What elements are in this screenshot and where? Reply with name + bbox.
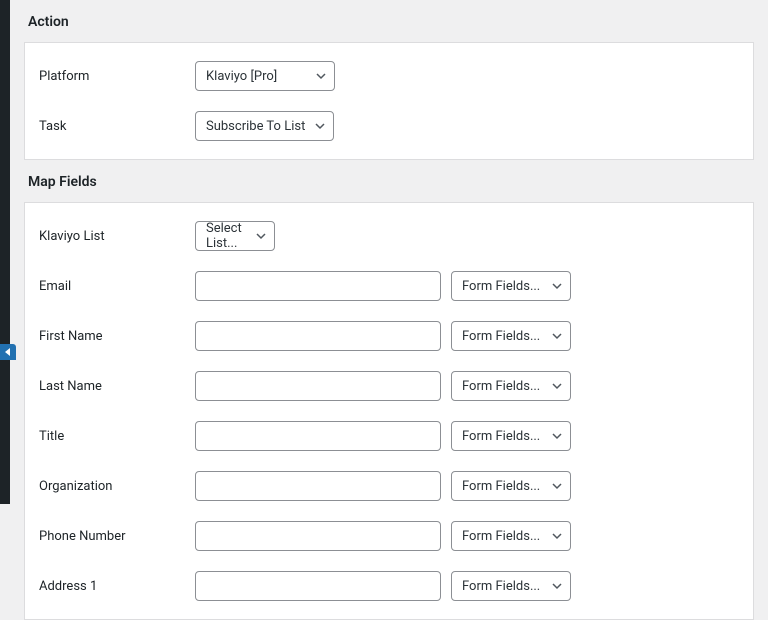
chevron-down-icon xyxy=(552,481,562,491)
select-source-last_name[interactable]: Form Fields... xyxy=(451,371,571,401)
label-email: Email xyxy=(39,279,195,294)
select-platform[interactable]: Klaviyo [Pro] xyxy=(195,61,335,91)
input-first_name[interactable] xyxy=(195,321,441,351)
map-row-email: Email Form Fields... xyxy=(25,261,753,311)
controls-last_name: Form Fields... xyxy=(195,371,571,401)
select-source-phone_number[interactable]: Form Fields... xyxy=(451,521,571,551)
chevron-down-icon xyxy=(552,381,562,391)
select-source-value: Form Fields... xyxy=(462,429,540,444)
chevron-down-icon xyxy=(315,121,325,131)
row-platform: Platform Klaviyo [Pro] xyxy=(25,51,753,101)
label-title: Title xyxy=(39,429,195,444)
input-phone_number[interactable] xyxy=(195,521,441,551)
settings-page: Action Platform Klaviyo [Pro] Task Subsc… xyxy=(10,0,768,504)
collapse-menu-tab[interactable] xyxy=(0,344,16,360)
select-source-email[interactable]: Form Fields... xyxy=(451,271,571,301)
label-platform: Platform xyxy=(39,69,195,84)
select-source-title[interactable]: Form Fields... xyxy=(451,421,571,451)
label-first_name: First Name xyxy=(39,329,195,344)
controls-email: Form Fields... xyxy=(195,271,571,301)
chevron-down-icon xyxy=(552,581,562,591)
section-heading-action: Action xyxy=(24,0,754,42)
panel-map-fields: Klaviyo List Select List... Email Form Fi… xyxy=(24,202,754,620)
select-klaviyo-list[interactable]: Select List... xyxy=(195,221,275,251)
select-source-first_name[interactable]: Form Fields... xyxy=(451,321,571,351)
chevron-down-icon xyxy=(552,531,562,541)
label-last_name: Last Name xyxy=(39,379,195,394)
controls-organization: Form Fields... xyxy=(195,471,571,501)
row-task: Task Subscribe To List xyxy=(25,101,753,151)
chevron-down-icon xyxy=(552,431,562,441)
label-klaviyo-list: Klaviyo List xyxy=(39,229,195,244)
select-klaviyo-list-value: Select List... xyxy=(206,221,246,251)
input-last_name[interactable] xyxy=(195,371,441,401)
select-source-value: Form Fields... xyxy=(462,579,540,594)
label-address_1: Address 1 xyxy=(39,579,195,594)
select-source-value: Form Fields... xyxy=(462,529,540,544)
controls-first_name: Form Fields... xyxy=(195,321,571,351)
select-platform-value: Klaviyo [Pro] xyxy=(206,69,277,84)
controls-phone_number: Form Fields... xyxy=(195,521,571,551)
chevron-down-icon xyxy=(552,331,562,341)
map-rows-container: Email Form Fields... First Name Form Fields… xyxy=(25,261,753,611)
controls-address_1: Form Fields... xyxy=(195,571,571,601)
row-klaviyo-list: Klaviyo List Select List... xyxy=(25,211,753,261)
input-email[interactable] xyxy=(195,271,441,301)
map-row-last_name: Last Name Form Fields... xyxy=(25,361,753,411)
label-phone_number: Phone Number xyxy=(39,529,195,544)
select-source-value: Form Fields... xyxy=(462,479,540,494)
select-source-organization[interactable]: Form Fields... xyxy=(451,471,571,501)
input-title[interactable] xyxy=(195,421,441,451)
map-row-address_1: Address 1 Form Fields... xyxy=(25,561,753,611)
label-task: Task xyxy=(39,119,195,134)
select-source-value: Form Fields... xyxy=(462,379,540,394)
chevron-down-icon xyxy=(316,71,326,81)
select-source-value: Form Fields... xyxy=(462,279,540,294)
map-row-title: Title Form Fields... xyxy=(25,411,753,461)
select-source-address_1[interactable]: Form Fields... xyxy=(451,571,571,601)
admin-sidebar-sliver xyxy=(0,0,10,504)
map-row-first_name: First Name Form Fields... xyxy=(25,311,753,361)
select-task-value: Subscribe To List xyxy=(206,119,305,134)
chevron-down-icon xyxy=(552,281,562,291)
select-source-value: Form Fields... xyxy=(462,329,540,344)
input-organization[interactable] xyxy=(195,471,441,501)
panel-action: Platform Klaviyo [Pro] Task Subscribe To… xyxy=(24,42,754,160)
label-organization: Organization xyxy=(39,479,195,494)
select-task[interactable]: Subscribe To List xyxy=(195,111,334,141)
section-heading-map-fields: Map Fields xyxy=(24,160,754,202)
controls-title: Form Fields... xyxy=(195,421,571,451)
map-row-phone_number: Phone Number Form Fields... xyxy=(25,511,753,561)
chevron-down-icon xyxy=(256,231,266,241)
input-address_1[interactable] xyxy=(195,571,441,601)
